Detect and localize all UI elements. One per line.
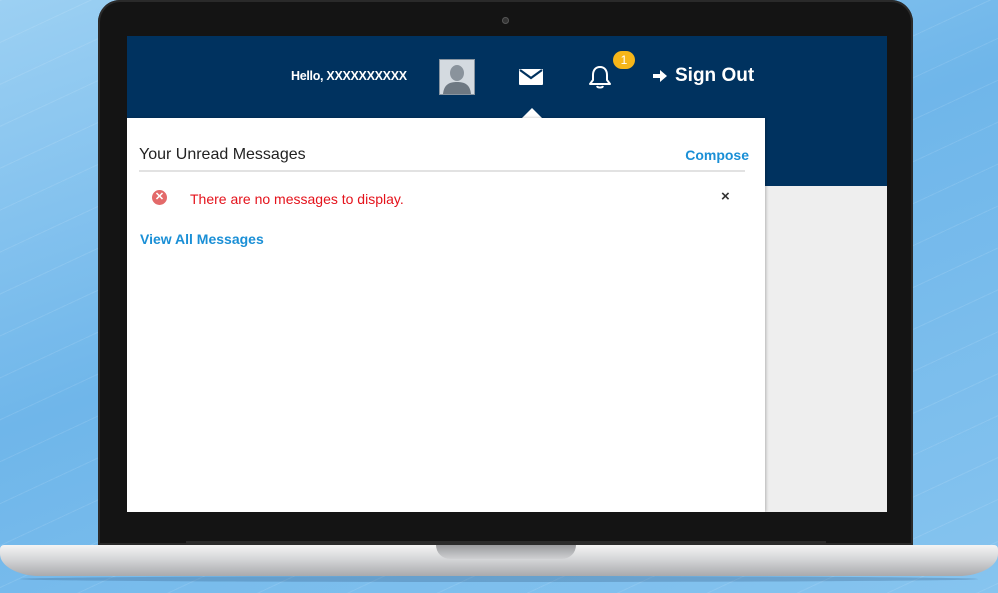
view-all-messages-link[interactable]: View All Messages: [140, 231, 264, 247]
notification-count-badge: 1: [613, 51, 635, 69]
envelope-icon[interactable]: [518, 67, 544, 92]
no-messages-alert: There are no messages to display.: [190, 191, 404, 207]
app-screen: Hello, XXXXXXXXXX 1 Sign Out Your Unread…: [127, 36, 887, 512]
divider: [139, 170, 745, 172]
panel-title: Your Unread Messages: [139, 146, 306, 163]
compose-link[interactable]: Compose: [685, 147, 749, 163]
person-icon: [440, 60, 474, 94]
dropdown-caret: [522, 108, 542, 118]
laptop-shadow: [20, 576, 978, 582]
screen-bezel-bottom: [127, 512, 887, 532]
webcam: [502, 17, 509, 24]
sign-out-button[interactable]: Sign Out: [652, 65, 754, 87]
close-icon[interactable]: ×: [721, 188, 730, 205]
error-circle-icon: ✕: [152, 190, 167, 205]
sign-out-icon: [653, 70, 667, 82]
bell-icon[interactable]: [588, 64, 612, 95]
unread-messages-dropdown: Your Unread Messages Compose ✕ There are…: [127, 118, 765, 512]
user-avatar[interactable]: [439, 59, 475, 95]
greeting-text: Hello, XXXXXXXXXX: [291, 69, 407, 83]
laptop-notch: [436, 545, 576, 559]
sign-out-label: Sign Out: [675, 65, 755, 86]
